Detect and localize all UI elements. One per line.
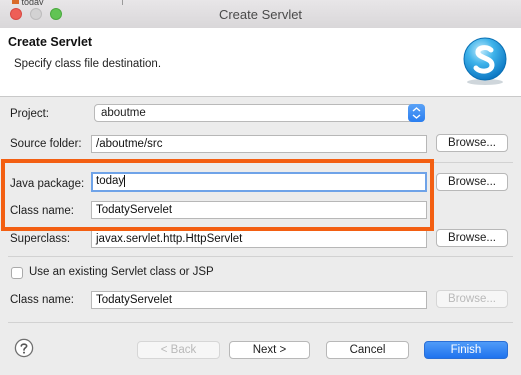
- title-bar: today Create Servlet: [0, 0, 521, 29]
- use-existing-label: Use an existing Servlet class or JSP: [29, 266, 214, 278]
- use-existing-checkbox[interactable]: [11, 267, 23, 279]
- wizard-title: Create Servlet: [8, 35, 93, 49]
- up-down-arrows-icon: [408, 104, 425, 122]
- java-package-field[interactable]: today: [91, 172, 427, 192]
- next-button[interactable]: Next >: [229, 341, 310, 359]
- existing-class-name-label: Class name:: [10, 294, 74, 306]
- text-caret: [124, 174, 126, 187]
- java-package-value: today: [96, 175, 125, 187]
- existing-class-browse-button[interactable]: Browse...: [436, 290, 508, 308]
- superclass-label: Superclass:: [10, 233, 71, 245]
- wizard-description: Specify class file destination.: [14, 58, 162, 70]
- file-icon: [12, 0, 19, 4]
- wizard-header: Create Servlet Specify class file destin…: [0, 28, 521, 97]
- source-folder-field[interactable]: /aboutme/src: [91, 135, 427, 153]
- cancel-button[interactable]: Cancel: [326, 341, 409, 359]
- separator: [8, 322, 513, 323]
- background-tab: today: [0, 0, 130, 5]
- class-name-field[interactable]: TodatyServelet: [91, 201, 427, 219]
- source-folder-label: Source folder:: [10, 138, 82, 150]
- create-servlet-dialog: today Create Servlet Create Servlet Spec…: [0, 0, 521, 375]
- project-select[interactable]: aboutme: [94, 104, 425, 122]
- superclass-browse-button[interactable]: Browse...: [436, 229, 508, 247]
- java-package-label: Java package:: [10, 178, 85, 190]
- existing-class-name-field[interactable]: TodatyServelet: [91, 291, 427, 309]
- project-label: Project:: [10, 108, 49, 120]
- help-icon[interactable]: [14, 338, 34, 358]
- back-button[interactable]: < Back: [137, 341, 220, 359]
- java-package-browse-button[interactable]: Browse...: [436, 173, 508, 191]
- servlet-logo-icon: [463, 37, 507, 85]
- class-name-label: Class name:: [10, 205, 74, 217]
- project-value: aboutme: [101, 107, 146, 119]
- tab-divider: [122, 0, 123, 5]
- separator: [8, 162, 513, 163]
- superclass-field[interactable]: javax.servlet.http.HttpServlet: [91, 230, 427, 248]
- source-folder-browse-button[interactable]: Browse...: [436, 134, 508, 152]
- background-tab-label: today: [21, 0, 44, 5]
- window-title: Create Servlet: [218, 7, 303, 22]
- separator: [8, 256, 513, 257]
- highlight-annotation: [1, 159, 434, 231]
- finish-button[interactable]: Finish: [424, 341, 508, 359]
